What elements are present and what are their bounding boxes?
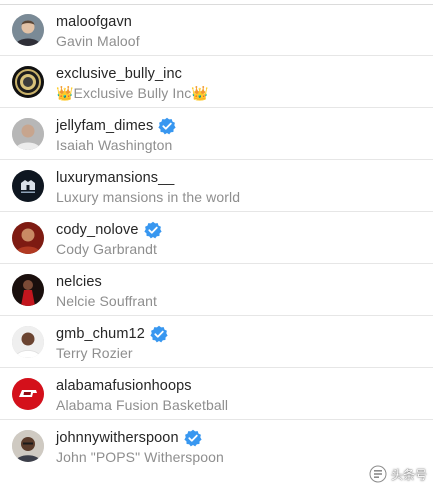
verified-badge-icon — [184, 429, 202, 447]
list-item[interactable]: alabamafusionhoops Alabama Fusion Basket… — [0, 368, 433, 420]
watermark: 头条号 — [369, 465, 427, 483]
profile-photo-icon — [12, 274, 44, 306]
username-line: luxurymansions__ — [56, 169, 174, 187]
username-line: gmb_chum12 — [56, 325, 168, 343]
username[interactable]: cody_nolove — [56, 222, 139, 238]
team-logo-icon — [12, 378, 44, 410]
avatar[interactable] — [12, 326, 44, 358]
username-line: maloofgavn — [56, 13, 132, 31]
profile-photo-icon — [12, 222, 44, 254]
list-item[interactable]: nelcies Nelcie Souffrant — [0, 264, 433, 316]
username-line: alabamafusionhoops — [56, 377, 192, 395]
verified-badge-icon — [143, 221, 162, 239]
full-name: John "POPS" Witherspoon — [56, 449, 224, 465]
avatar[interactable] — [12, 274, 44, 306]
list-item[interactable]: luxurymansions__ Luxury mansions in the … — [0, 160, 433, 212]
toutiao-icon — [369, 465, 387, 483]
full-name: Terry Rozier — [56, 345, 133, 361]
verified-badge-icon — [150, 325, 168, 343]
username[interactable]: luxurymansions__ — [56, 170, 174, 186]
username-line: jellyfam_dimes — [56, 117, 176, 135]
full-name: Alabama Fusion Basketball — [56, 397, 229, 413]
profile-photo-icon — [12, 326, 44, 358]
avatar[interactable] — [12, 378, 44, 410]
avatar[interactable] — [12, 118, 44, 150]
list-item[interactable]: exclusive_bully_inc 👑Exclusive Bully Inc… — [0, 56, 433, 108]
following-list: maloofgavn Gavin Maloof exclusive_bully_… — [0, 4, 433, 472]
full-name: Luxury mansions in the world — [56, 189, 241, 205]
list-item[interactable]: cody_nolove Cody Garbrandt — [0, 212, 433, 264]
logo-badge-icon — [12, 66, 44, 98]
username[interactable]: exclusive_bully_inc — [56, 66, 182, 82]
profile-photo-icon — [12, 430, 44, 462]
avatar[interactable] — [12, 14, 44, 46]
list-item[interactable]: jellyfam_dimes Isaiah Washington — [0, 108, 433, 160]
username[interactable]: nelcies — [56, 274, 102, 290]
username-line: nelcies — [56, 273, 102, 291]
full-name: Gavin Maloof — [56, 33, 140, 49]
avatar[interactable] — [12, 170, 44, 202]
list-item[interactable]: maloofgavn Gavin Maloof — [0, 4, 433, 56]
avatar[interactable] — [12, 430, 44, 462]
watermark-text: 头条号 — [390, 467, 427, 482]
profile-photo-icon — [12, 14, 44, 46]
username[interactable]: jellyfam_dimes — [56, 118, 153, 134]
username-line: cody_nolove — [56, 221, 162, 239]
username-line: exclusive_bully_inc — [56, 65, 182, 83]
full-name: Nelcie Souffrant — [56, 293, 157, 309]
brand-logo-icon — [12, 170, 44, 202]
avatar[interactable] — [12, 222, 44, 254]
username-line: johnnywitherspoon — [56, 429, 202, 447]
username[interactable]: maloofgavn — [56, 14, 132, 30]
verified-badge-icon — [158, 117, 176, 135]
username[interactable]: alabamafusionhoops — [56, 378, 192, 394]
full-name: 👑Exclusive Bully Inc👑 — [56, 85, 209, 101]
username[interactable]: gmb_chum12 — [56, 326, 145, 342]
profile-photo-icon — [12, 118, 44, 150]
avatar[interactable] — [12, 66, 44, 98]
full-name: Isaiah Washington — [56, 137, 173, 153]
full-name: Cody Garbrandt — [56, 241, 158, 257]
list-item[interactable]: gmb_chum12 Terry Rozier — [0, 316, 433, 368]
username[interactable]: johnnywitherspoon — [56, 430, 179, 446]
